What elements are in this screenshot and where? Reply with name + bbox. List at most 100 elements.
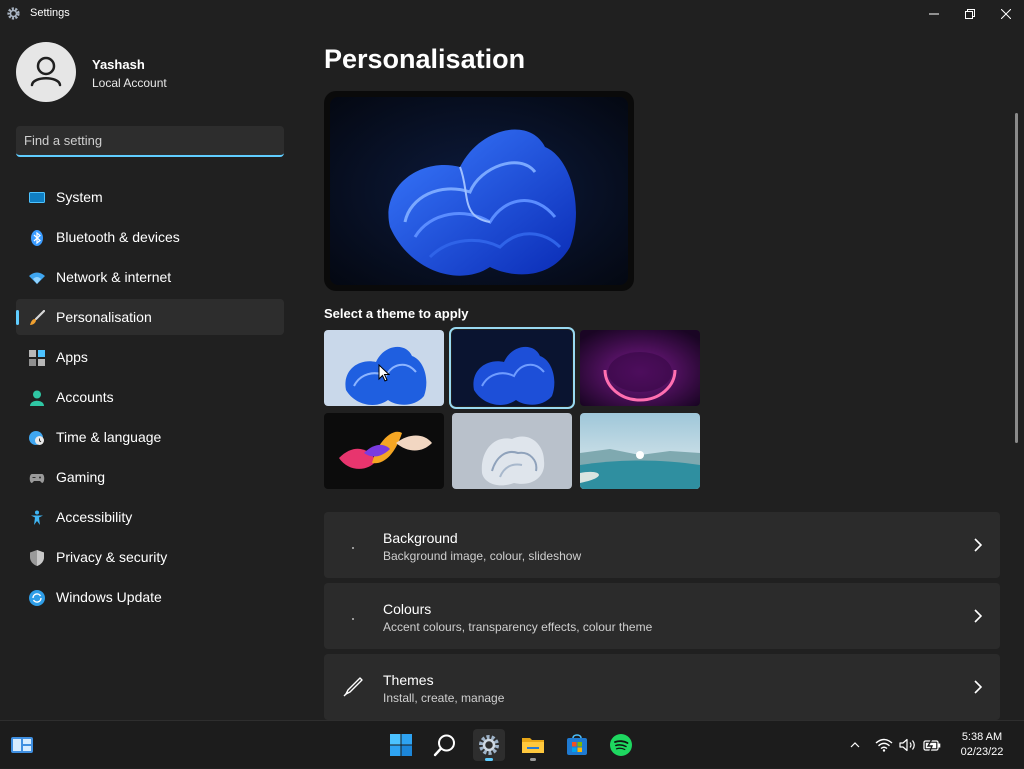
background-settings-card[interactable]: Background Background image, colour, sli… [324, 512, 1000, 578]
clock-time: 5:38 AM [961, 731, 1003, 743]
brush-icon [30, 310, 45, 325]
open-indicator [530, 758, 536, 761]
close-icon [1001, 9, 1011, 19]
scrollbar[interactable] [1015, 113, 1018, 443]
avatar[interactable] [16, 42, 76, 102]
search-box[interactable] [16, 126, 284, 157]
sidebar-item-label: Gaming [56, 469, 106, 485]
volume-icon [899, 738, 915, 752]
card-subtitle: Install, create, manage [383, 691, 505, 705]
close-button[interactable] [988, 0, 1024, 28]
update-icon [29, 590, 45, 606]
sidebar-item-label: Bluetooth & devices [56, 229, 180, 245]
clock-date: 02/23/22 [960, 746, 1004, 758]
sidebar-item-apps[interactable]: Apps [16, 339, 284, 375]
theme-glow[interactable] [580, 330, 700, 406]
active-indicator [485, 758, 493, 761]
globe-clock-icon [29, 431, 44, 445]
theme-dark-bloom[interactable] [449, 327, 575, 409]
restore-button[interactable] [952, 0, 988, 28]
search-input[interactable] [24, 133, 254, 148]
palette-icon [352, 618, 354, 620]
settings-icon [479, 735, 499, 755]
sidebar-nav: System Bluetooth & devices Network & int… [16, 179, 284, 619]
sidebar-item-time-language[interactable]: Time & language [16, 419, 284, 455]
wifi-icon [875, 738, 893, 752]
taskbar-search-button[interactable] [429, 729, 461, 761]
card-subtitle: Accent colours, transparency effects, co… [383, 620, 653, 634]
theme-thumbnail [580, 413, 700, 489]
minimize-button[interactable] [916, 0, 952, 28]
settings-app-icon [6, 6, 21, 21]
page-title: Personalisation [324, 44, 526, 74]
theme-sunrise[interactable] [580, 413, 700, 489]
mouse-cursor-icon [378, 364, 390, 382]
chevron-up-icon [850, 742, 860, 748]
system-icon [29, 192, 45, 203]
sidebar-item-label: Privacy & security [56, 549, 168, 565]
card-title: Themes [383, 672, 434, 688]
file-explorer-button[interactable] [517, 729, 549, 761]
taskbar-settings-button[interactable] [473, 729, 505, 761]
account-type: Local Account [92, 76, 167, 90]
taskbar: 5:38 AM 02/23/22 [0, 720, 1024, 768]
sidebar-item-label: System [56, 189, 103, 205]
theme-thumbnail [452, 413, 572, 489]
network-tray-button[interactable] [874, 721, 894, 769]
chevron-right-icon [974, 609, 982, 623]
wifi-icon [29, 272, 45, 284]
sidebar-item-label: Time & language [56, 429, 162, 445]
minimize-icon [929, 13, 939, 15]
theme-captured-motion[interactable] [324, 413, 444, 489]
theme-light-bloom[interactable] [324, 330, 444, 406]
theme-thumbnail [452, 330, 572, 406]
spotify-button[interactable] [605, 729, 637, 761]
person-icon [30, 56, 62, 87]
start-button[interactable] [385, 729, 417, 761]
wallpaper-preview-image [330, 97, 628, 285]
store-button[interactable] [561, 729, 593, 761]
taskbar-clock[interactable]: 5:38 AM 02/23/22 [954, 730, 1010, 760]
sidebar-item-personalisation[interactable]: Personalisation [16, 299, 284, 335]
store-icon [567, 734, 587, 755]
theme-thumbnail [324, 413, 444, 489]
gamepad-icon [29, 474, 45, 483]
battery-tray-button[interactable] [922, 721, 942, 769]
themes-settings-card[interactable]: Themes Install, create, manage [324, 654, 1000, 720]
theme-flow[interactable] [452, 413, 572, 489]
accessibility-icon [31, 510, 43, 525]
widgets-button[interactable] [6, 729, 38, 761]
sidebar-item-accounts[interactable]: Accounts [16, 379, 284, 415]
search-icon [433, 734, 455, 757]
theme-section-heading: Select a theme to apply [324, 306, 469, 321]
sidebar-item-label: Accessibility [56, 509, 133, 525]
theme-preview [324, 91, 634, 291]
window-title: Settings [30, 7, 70, 19]
sidebar-item-windows-update[interactable]: Windows Update [16, 579, 284, 615]
volume-tray-button[interactable] [898, 721, 918, 769]
sidebar-item-label: Windows Update [56, 589, 162, 605]
image-icon [352, 547, 354, 549]
sidebar-item-label: Apps [56, 349, 88, 365]
apps-icon [29, 350, 45, 366]
start-icon [390, 734, 412, 756]
sidebar-item-gaming[interactable]: Gaming [16, 459, 284, 495]
sidebar-item-accessibility[interactable]: Accessibility [16, 499, 284, 535]
show-hidden-icons-button[interactable] [846, 721, 864, 769]
user-name: Yashash [92, 57, 145, 72]
sidebar-item-privacy-security[interactable]: Privacy & security [16, 539, 284, 575]
title-bar: Settings [0, 0, 1024, 28]
sidebar-item-system[interactable]: System [16, 179, 284, 215]
sidebar-item-network[interactable]: Network & internet [16, 259, 284, 295]
widgets-icon [11, 737, 33, 753]
shield-icon [30, 550, 44, 566]
bluetooth-icon [31, 230, 43, 246]
card-subtitle: Background image, colour, slideshow [383, 549, 582, 563]
spotify-icon [610, 734, 632, 756]
pen-icon [343, 677, 363, 697]
sidebar-item-bluetooth[interactable]: Bluetooth & devices [16, 219, 284, 255]
colours-settings-card[interactable]: Colours Accent colours, transparency eff… [324, 583, 1000, 649]
sidebar-item-label: Personalisation [56, 309, 152, 325]
battery-icon [923, 738, 941, 752]
sidebar-item-label: Accounts [56, 389, 114, 405]
